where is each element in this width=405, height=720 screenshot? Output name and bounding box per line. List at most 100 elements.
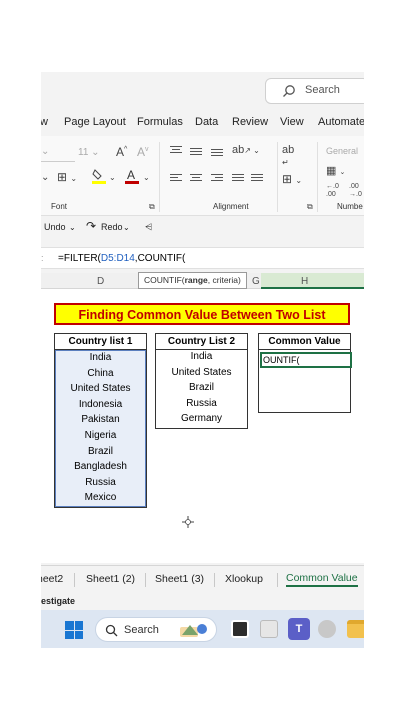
- tab-automate[interactable]: Automate: [318, 116, 364, 128]
- file-explorer-icon[interactable]: [347, 620, 364, 638]
- tab-data[interactable]: Data: [195, 116, 218, 128]
- decimal-places-icon[interactable]: ←.0.00: [326, 183, 339, 199]
- group-label-alignment: Alignment: [213, 202, 249, 211]
- formula-range-ref: D5:D14: [100, 253, 135, 264]
- font-name-dropdown[interactable]: ⌄: [41, 146, 75, 162]
- svg-text:A: A: [127, 168, 135, 182]
- column-h-highlight: [261, 273, 364, 289]
- group-label-number: Numbe: [337, 202, 363, 211]
- merge-center-icon[interactable]: ⊞ ⌄: [282, 172, 302, 186]
- borders-icon[interactable]: ⊞ ⌄: [57, 170, 77, 184]
- decrease-font-icon[interactable]: Av: [137, 145, 149, 159]
- list-item[interactable]: Brazil: [56, 445, 145, 461]
- wrap-text-icon[interactable]: ab ↵: [282, 144, 294, 168]
- sheet-grid[interactable]: Finding Common Value Between Two List Co…: [41, 289, 364, 563]
- sheet-tab-sheet2[interactable]: heet2: [41, 573, 63, 585]
- tooltip-rest: , criteria): [207, 275, 241, 285]
- tab-divider: [145, 573, 146, 587]
- ribbon: ⌄ 11 ⌄ A^ Av ⌄ ⊞ ⌄ ⌄ A ⌄ Font ⧉ ab↗ ⌄ Al…: [41, 136, 364, 216]
- list-item[interactable]: China: [56, 367, 145, 383]
- redo-icon[interactable]: ↷: [86, 219, 96, 233]
- list-item[interactable]: United States: [156, 366, 247, 382]
- redo-dropdown-icon[interactable]: ⌄: [123, 223, 130, 232]
- list2-header: Country List 2: [156, 334, 247, 350]
- column-header-d[interactable]: D: [97, 276, 104, 287]
- customize-toolbar-icon[interactable]: ⩤: [145, 222, 152, 233]
- search-highlight-icon: [178, 621, 210, 639]
- list-item[interactable]: Germany: [156, 412, 247, 428]
- taskbar-search[interactable]: Search: [95, 617, 217, 642]
- task-view-icon[interactable]: [231, 620, 249, 638]
- list1-selection[interactable]: India China United States Indonesia Paki…: [55, 350, 146, 507]
- tab-divider: [214, 573, 215, 587]
- tab-view-partial[interactable]: w: [41, 116, 48, 128]
- fill-color-icon[interactable]: [92, 168, 106, 187]
- list-item[interactable]: Brazil: [156, 381, 247, 397]
- font-dropdown-chevron-icon[interactable]: ⌄: [41, 172, 49, 183]
- tab-divider: [277, 573, 278, 587]
- active-cell-editing[interactable]: OUNTIF(: [260, 352, 352, 368]
- ribbon-divider: [277, 142, 278, 212]
- align-right-icon[interactable]: [211, 174, 223, 184]
- sheet-tabs: heet2 Sheet1 (2) Sheet1 (3) Xlookup Comm…: [41, 565, 364, 591]
- sheet-tab-xlookup[interactable]: Xlookup: [225, 573, 263, 585]
- ribbon-divider: [159, 142, 160, 212]
- undo-button[interactable]: Undo: [44, 222, 66, 232]
- widgets-icon[interactable]: [260, 620, 278, 638]
- excel-window: Search w Page Layout Formulas Data Revie…: [41, 72, 364, 648]
- list-item[interactable]: India: [56, 351, 145, 367]
- align-center-icon[interactable]: [190, 174, 202, 184]
- fill-color-chevron-icon[interactable]: ⌄: [109, 173, 116, 182]
- sheet-tab-common-value[interactable]: Common Value: [286, 572, 358, 587]
- font-color-icon[interactable]: A: [125, 168, 139, 187]
- move-cursor-icon: [182, 516, 194, 528]
- increase-font-icon[interactable]: A^: [116, 145, 127, 159]
- align-middle-icon[interactable]: [190, 148, 202, 158]
- teams-icon[interactable]: T: [288, 618, 310, 640]
- column-header-g[interactable]: G: [252, 276, 260, 287]
- column-header-h[interactable]: H: [301, 276, 308, 287]
- number-format-dropdown[interactable]: General: [326, 146, 358, 156]
- search-icon: [105, 624, 118, 637]
- align-top-icon[interactable]: [170, 146, 182, 156]
- list-item[interactable]: India: [156, 350, 247, 366]
- orientation-icon[interactable]: ab↗ ⌄: [232, 144, 260, 156]
- search-icon: [283, 85, 295, 97]
- function-tooltip[interactable]: COUNTIF(range, criteria): [138, 272, 247, 289]
- font-color-chevron-icon[interactable]: ⌄: [143, 173, 150, 182]
- decimal-places-decrease-icon[interactable]: .00 →.0: [349, 183, 362, 199]
- list-item[interactable]: Mexico: [56, 491, 145, 507]
- align-left-icon[interactable]: [170, 174, 182, 184]
- list-item[interactable]: Pakistan: [56, 413, 145, 429]
- title-banner: Finding Common Value Between Two List: [54, 303, 350, 325]
- accounting-format-icon[interactable]: ▦ ⌄: [326, 164, 345, 177]
- app-icon[interactable]: [318, 620, 336, 638]
- search-box[interactable]: Search: [265, 78, 364, 104]
- formula-bar[interactable]: : =FILTER(D5:D14,COUNTIF(: [41, 247, 364, 269]
- sheet-tab-sheet1-3[interactable]: Sheet1 (3): [155, 573, 204, 585]
- tab-review[interactable]: Review: [232, 116, 268, 128]
- font-size-dropdown[interactable]: 11 ⌄: [78, 147, 100, 158]
- tab-page-layout[interactable]: Page Layout: [64, 116, 126, 128]
- alignment-dialog-launcher-icon[interactable]: ⧉: [307, 202, 313, 212]
- increase-indent-icon[interactable]: [251, 174, 263, 184]
- list-item[interactable]: Nigeria: [56, 429, 145, 445]
- list-item[interactable]: Russia: [56, 476, 145, 492]
- font-dialog-launcher-icon[interactable]: ⧉: [149, 202, 155, 212]
- list1-header: Country list 1: [55, 334, 146, 350]
- ribbon-divider: [317, 142, 318, 212]
- formula-text[interactable]: =FILTER(D5:D14,COUNTIF(: [58, 253, 185, 264]
- redo-button[interactable]: Redo: [101, 222, 123, 232]
- list-item[interactable]: Indonesia: [56, 398, 145, 414]
- undo-dropdown-icon[interactable]: ⌄: [69, 223, 76, 232]
- list-item[interactable]: Bangladesh: [56, 460, 145, 476]
- list-item[interactable]: Russia: [156, 397, 247, 413]
- formula-bar-separator-icon: :: [41, 253, 44, 263]
- list-item[interactable]: United States: [56, 382, 145, 398]
- windows-start-icon[interactable]: [65, 621, 83, 639]
- align-bottom-icon[interactable]: [211, 149, 223, 159]
- tab-view[interactable]: View: [280, 116, 304, 128]
- decrease-indent-icon[interactable]: [232, 174, 244, 184]
- tab-formulas[interactable]: Formulas: [137, 116, 183, 128]
- sheet-tab-sheet1-2[interactable]: Sheet1 (2): [86, 573, 135, 585]
